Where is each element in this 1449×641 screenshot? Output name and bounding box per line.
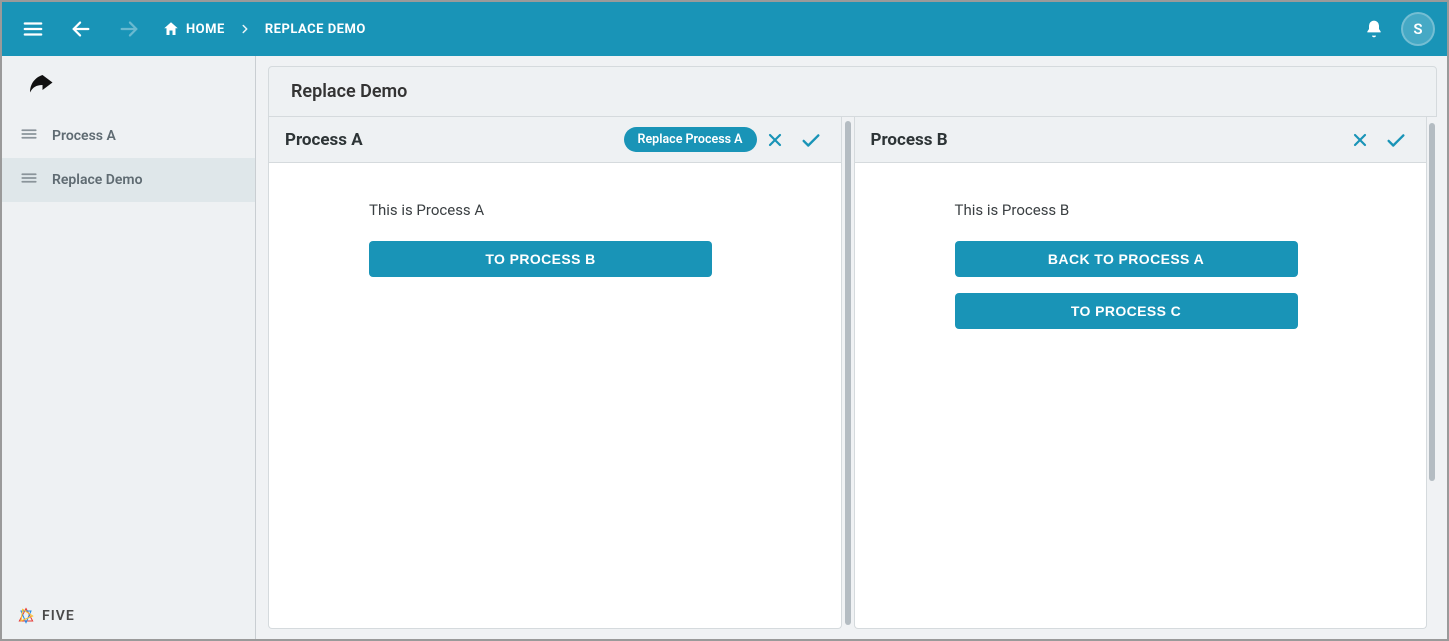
scrollbar[interactable] [1427, 117, 1437, 629]
brand-label: FIVE [42, 608, 75, 624]
sidebar-item-replace-demo[interactable]: Replace Demo [2, 158, 255, 202]
panel-process-a: Process A Replace Process A This is Proc… [268, 117, 842, 629]
sidebar-list: Process A Replace Demo [2, 114, 255, 593]
check-icon[interactable] [1378, 122, 1414, 158]
panel-description: This is Process B [955, 201, 1411, 219]
drag-handle-icon [20, 169, 38, 191]
back-to-process-a-button[interactable]: BACK TO PROCESS A [955, 241, 1298, 277]
forward-icon [110, 10, 148, 48]
breadcrumb-current-label: REPLACE DEMO [265, 22, 366, 37]
drag-handle-icon [20, 125, 38, 147]
panel-divider[interactable] [842, 117, 854, 629]
sidebar-item-label: Process A [52, 128, 116, 144]
panel-title: Process B [871, 130, 948, 150]
hamburger-icon[interactable] [14, 10, 52, 48]
breadcrumb-current[interactable]: REPLACE DEMO [265, 22, 366, 37]
back-icon[interactable] [62, 10, 100, 48]
chevron-right-icon [233, 22, 257, 36]
main: Process A Replace Demo FIVE Replace Demo [2, 56, 1447, 639]
sidebar-footer: FIVE [2, 593, 255, 639]
panels-row: Process A Replace Process A This is Proc… [268, 117, 1437, 629]
share-arrow-icon [20, 70, 60, 100]
panel-body: This is Process A TO PROCESS B [269, 163, 841, 628]
sidebar-logo [2, 56, 255, 114]
bell-icon[interactable] [1355, 10, 1393, 48]
breadcrumb: HOME REPLACE DEMO [162, 20, 366, 38]
top-bar: HOME REPLACE DEMO S [2, 2, 1447, 56]
close-icon[interactable] [1342, 122, 1378, 158]
content-area: Replace Demo Process A Replace Process A… [256, 56, 1447, 639]
sidebar-item-process-a[interactable]: Process A [2, 114, 255, 158]
home-icon [162, 20, 180, 38]
topbar-left: HOME REPLACE DEMO [14, 10, 366, 48]
panel-header: Process B [855, 117, 1427, 163]
panel-title: Process A [285, 130, 363, 150]
panel-header: Process A Replace Process A [269, 117, 841, 163]
panel-body: This is Process B BACK TO PROCESS A TO P… [855, 163, 1427, 628]
brand-icon [16, 606, 36, 626]
panel-process-b: Process B This is Process B BACK TO PROC… [854, 117, 1428, 629]
breadcrumb-home-label: HOME [186, 22, 225, 37]
page-title: Replace Demo [268, 66, 1437, 117]
close-icon[interactable] [757, 122, 793, 158]
panel-description: This is Process A [369, 201, 825, 219]
avatar-initial: S [1413, 20, 1422, 38]
sidebar: Process A Replace Demo FIVE [2, 56, 256, 639]
to-process-b-button[interactable]: TO PROCESS B [369, 241, 712, 277]
sidebar-item-label: Replace Demo [52, 172, 143, 188]
topbar-right: S [1355, 10, 1435, 48]
avatar[interactable]: S [1401, 12, 1435, 46]
replace-chip[interactable]: Replace Process A [624, 127, 757, 152]
check-icon[interactable] [793, 122, 829, 158]
to-process-c-button[interactable]: TO PROCESS C [955, 293, 1298, 329]
brand-logo: FIVE [16, 606, 75, 626]
breadcrumb-home[interactable]: HOME [162, 20, 225, 38]
